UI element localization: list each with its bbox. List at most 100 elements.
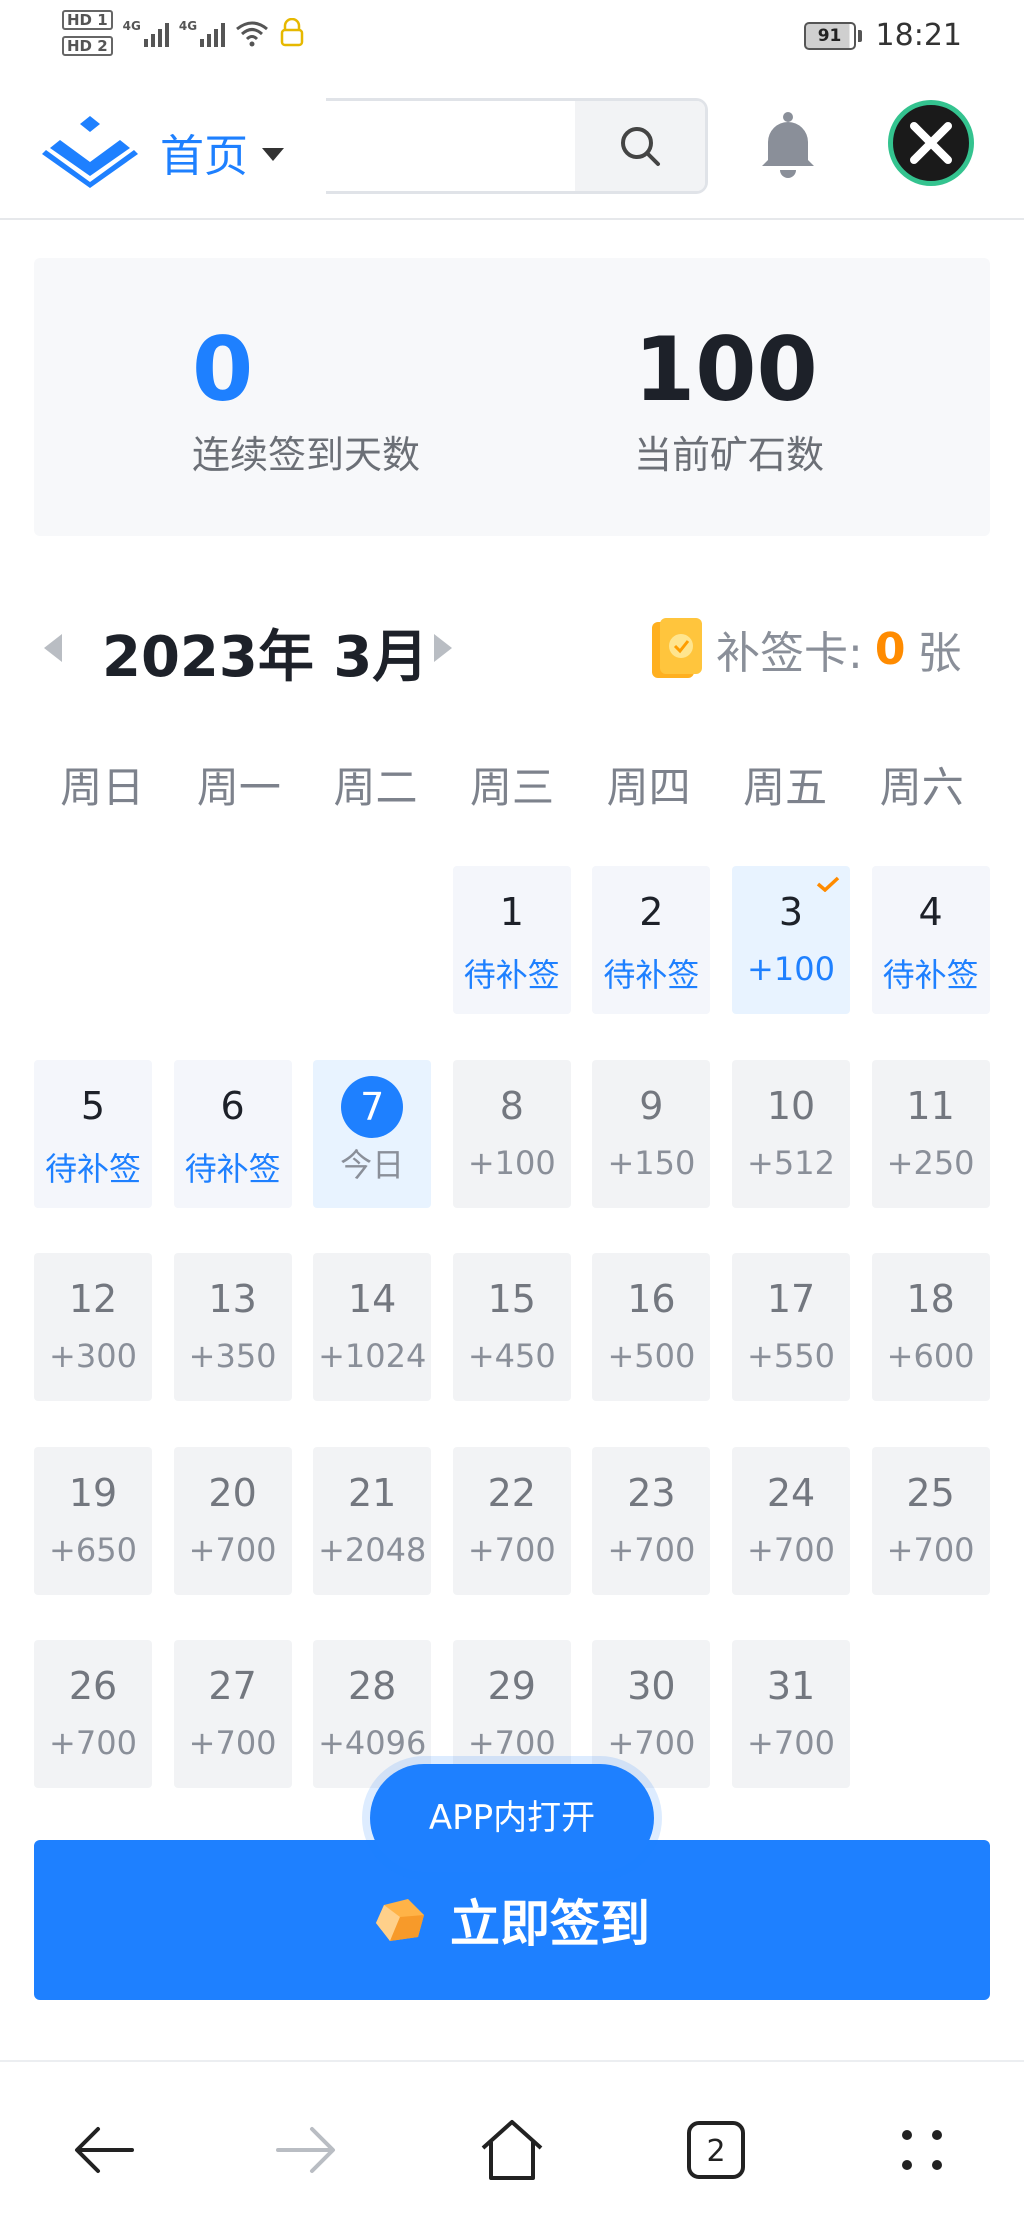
calendar-day[interactable]: 12 +300 (34, 1253, 152, 1401)
calendar-day[interactable]: 20 +700 (173, 1446, 292, 1595)
calendar-day[interactable]: 9 +150 (592, 1059, 711, 1208)
home-dropdown[interactable]: 首页 (160, 120, 284, 184)
status-right: 91 18:21 (803, 18, 962, 53)
page: HD 1 HD 2 4G 4G 91 18:21 首页 0 连续签到天数 100… (0, 0, 1024, 2218)
day-reward: 待补签 (184, 1149, 281, 1188)
calendar-day[interactable]: 6 待补签 (173, 1059, 292, 1208)
stats-panel: 0 连续签到天数 100 当前矿石数 (34, 258, 990, 536)
day-reward: +300 (49, 1337, 137, 1375)
day-number: 22 (487, 1470, 536, 1515)
browser-nav-bar: 2 (0, 2080, 1024, 2218)
weekday-wed: 周三 (470, 763, 555, 812)
day-number: 12 (68, 1277, 118, 1321)
day-reward: +100 (747, 950, 835, 988)
streak-stat: 0 连续签到天数 (192, 324, 420, 479)
calendar-day[interactable]: 15 +450 (452, 1253, 571, 1401)
calendar-day[interactable]: 31 +700 (732, 1640, 850, 1788)
search-icon (621, 127, 660, 166)
day-reward: 待补签 (603, 956, 700, 994)
search-button[interactable] (575, 101, 705, 191)
status-bar: HD 1 HD 2 4G 4G 91 18:21 (0, 0, 1024, 80)
hd1-badge: HD 1 (62, 10, 113, 30)
juejin-logo-icon[interactable] (42, 110, 138, 190)
status-left: HD 1 HD 2 4G 4G (62, 10, 305, 56)
top-header: 首页 (0, 80, 1024, 220)
calendar-day[interactable]: 27 +700 (173, 1640, 292, 1788)
day-number: 18 (906, 1277, 955, 1321)
day-number: 30 (627, 1664, 676, 1708)
day-number: 29 (487, 1664, 536, 1708)
day-number: 19 (68, 1470, 118, 1515)
calendar-day[interactable]: 19 +650 (34, 1446, 152, 1595)
day-number: 26 (68, 1664, 118, 1708)
tabs-icon: 2 (687, 2121, 745, 2179)
hd2-badge: HD 2 (62, 36, 113, 56)
day-number: 2 (639, 890, 664, 934)
calendar-day[interactable]: 21 +2048 (313, 1446, 432, 1595)
calendar-day[interactable]: 11 +250 (871, 1059, 990, 1208)
day-reward: +150 (607, 1143, 696, 1182)
makeup-card-info[interactable]: 补签卡: 0 张 (648, 616, 961, 682)
battery-cap (857, 29, 862, 42)
home-button[interactable] (472, 2110, 552, 2190)
calendar-day[interactable]: 8 +100 (452, 1059, 571, 1208)
tab-count: 2 (706, 2134, 725, 2169)
calendar-day[interactable]: 23 +700 (592, 1446, 711, 1595)
search-box[interactable] (326, 98, 708, 194)
next-month-icon[interactable] (434, 634, 452, 662)
day-reward: +512 (747, 1143, 835, 1182)
ore-value: 100 (634, 318, 818, 421)
makeup-card-unit: 张 (917, 628, 962, 679)
day-number: 28 (348, 1664, 397, 1708)
signed-check-icon (816, 876, 840, 892)
net2-label: 4G (178, 19, 198, 33)
bell-icon[interactable] (758, 110, 818, 180)
user-avatar[interactable] (888, 100, 974, 186)
tabs-button[interactable]: 2 (676, 2110, 756, 2190)
forward-button[interactable] (266, 2110, 346, 2190)
day-number: 20 (208, 1470, 257, 1515)
day-reward: +700 (747, 1530, 835, 1569)
back-button[interactable] (64, 2110, 144, 2190)
forward-arrow-icon (276, 2127, 335, 2173)
calendar-day[interactable]: 1 待补签 (452, 866, 571, 1014)
calendar-day[interactable]: 25 +700 (871, 1446, 990, 1595)
menu-button[interactable] (882, 2110, 962, 2190)
hd-indicators: HD 1 HD 2 (62, 10, 113, 56)
calendar-day[interactable]: 2 待补签 (592, 866, 711, 1014)
day-reward: +350 (188, 1337, 277, 1375)
calendar-day[interactable]: 22 +700 (452, 1446, 571, 1595)
open-in-app-button[interactable]: APP内打开 (370, 1764, 654, 1872)
calendar-day[interactable]: 26 +700 (34, 1640, 152, 1788)
day-reward: 待补签 (463, 956, 560, 994)
notification-lock-icon (280, 18, 304, 47)
day-reward: +700 (747, 1724, 835, 1762)
calendar-day[interactable]: 17 +550 (732, 1253, 850, 1401)
calendar-day[interactable]: 14 +1024 (313, 1253, 432, 1401)
streak-value: 0 (192, 318, 254, 421)
day-number: 5 (80, 1083, 106, 1128)
divider (0, 2060, 1024, 2062)
day-reward: +100 (467, 1143, 556, 1182)
calendar-day[interactable]: 18 +600 (871, 1253, 990, 1401)
calendar-day[interactable]: 4 待补签 (871, 866, 990, 1014)
day-number: 9 (639, 1083, 664, 1128)
day-number: 15 (487, 1277, 536, 1321)
calendar-day[interactable]: 5 待补签 (34, 1059, 152, 1208)
day-reward: +450 (467, 1337, 556, 1375)
day-number: 23 (627, 1470, 676, 1515)
calendar-day[interactable]: 13 +350 (173, 1253, 292, 1401)
calendar-day[interactable]: 10 +512 (732, 1059, 850, 1208)
calendar-day[interactable]: 16 +500 (592, 1253, 711, 1401)
calendar-day[interactable]: 7 今日 (313, 1059, 432, 1208)
prev-month-icon[interactable] (44, 634, 62, 662)
day-reward: +600 (886, 1337, 975, 1375)
day-reward: +700 (49, 1724, 137, 1762)
weekday-thu: 周四 (606, 763, 691, 812)
weekday-mon: 周一 (196, 763, 281, 812)
day-number: 8 (499, 1083, 524, 1128)
calendar-day[interactable]: 24 +700 (732, 1446, 850, 1595)
day-number: 16 (627, 1277, 676, 1321)
day-reward: +4096 (318, 1724, 427, 1762)
calendar-day[interactable]: 3 +100 (732, 866, 850, 1014)
